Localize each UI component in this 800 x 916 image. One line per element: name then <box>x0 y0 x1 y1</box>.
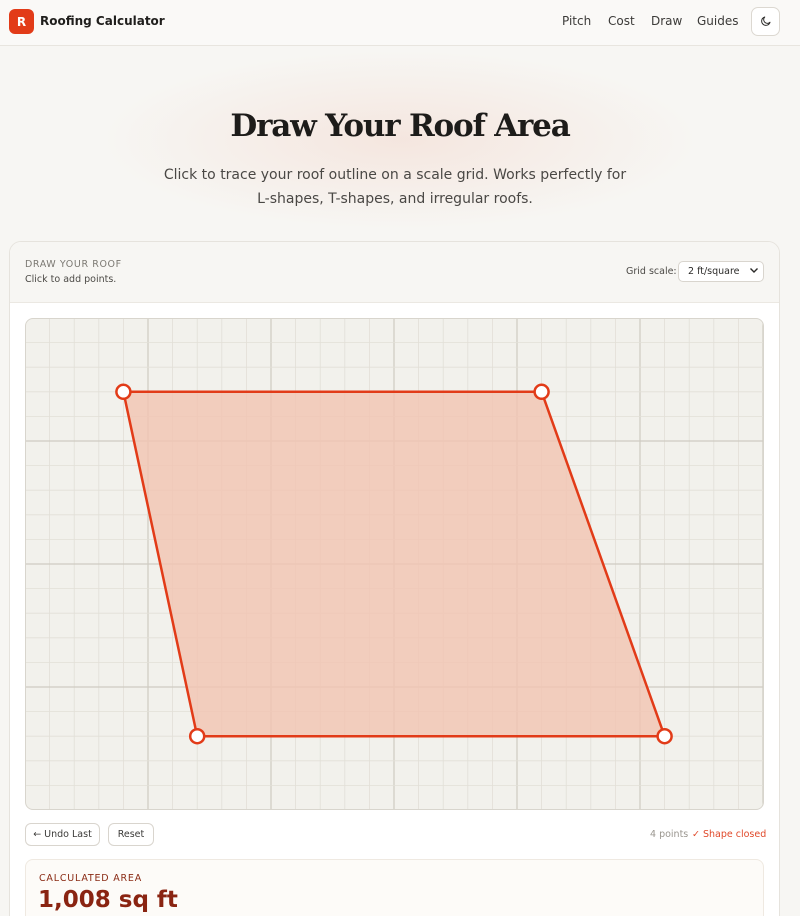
reset-button[interactable]: Reset <box>108 823 154 846</box>
nav-link-cost[interactable]: Cost <box>608 14 635 28</box>
undo-button[interactable]: ← Undo Last <box>25 823 100 846</box>
card-header: DRAW YOUR ROOF Click to add points. Grid… <box>10 242 779 303</box>
chevron-down-icon <box>749 265 759 278</box>
grid-scale-label: Grid scale: <box>626 266 677 277</box>
nav-links: Pitch Cost Draw Guides <box>0 14 800 32</box>
grid-svg <box>26 319 763 809</box>
top-nav: R Roofing Calculator Pitch Cost Draw Gui… <box>0 0 800 46</box>
points-count: 4 points <box>650 829 689 840</box>
nav-link-guides[interactable]: Guides <box>697 14 739 28</box>
grid-scale-select[interactable]: 2 ft/square <box>678 261 764 282</box>
roof-polygon <box>122 390 666 738</box>
drawing-canvas[interactable] <box>25 318 764 810</box>
result-panel: CALCULATED AREA 1,008 sq ft <box>25 859 764 916</box>
grid-scale-value: 2 ft/square <box>688 266 740 277</box>
nav-link-pitch[interactable]: Pitch <box>562 14 591 28</box>
vertex-handle[interactable] <box>533 383 550 401</box>
vertex-handle[interactable] <box>656 727 673 745</box>
card-label: DRAW YOUR ROOF <box>25 259 122 270</box>
result-value: 1,008 sq ft <box>38 887 178 913</box>
card-hint: Click to add points. <box>25 274 117 285</box>
page-subtitle: Click to trace your roof outline on a sc… <box>163 167 627 207</box>
nav-link-draw[interactable]: Draw <box>651 14 682 28</box>
theme-toggle-button[interactable] <box>751 7 780 36</box>
vertex-handle[interactable] <box>188 727 206 745</box>
result-label: CALCULATED AREA <box>39 873 143 884</box>
vertex-handle[interactable] <box>115 383 132 401</box>
page-title: Draw Your Roof Area <box>230 108 570 144</box>
moon-icon <box>760 12 772 31</box>
shape-status: ✓ Shape closed <box>692 829 767 840</box>
